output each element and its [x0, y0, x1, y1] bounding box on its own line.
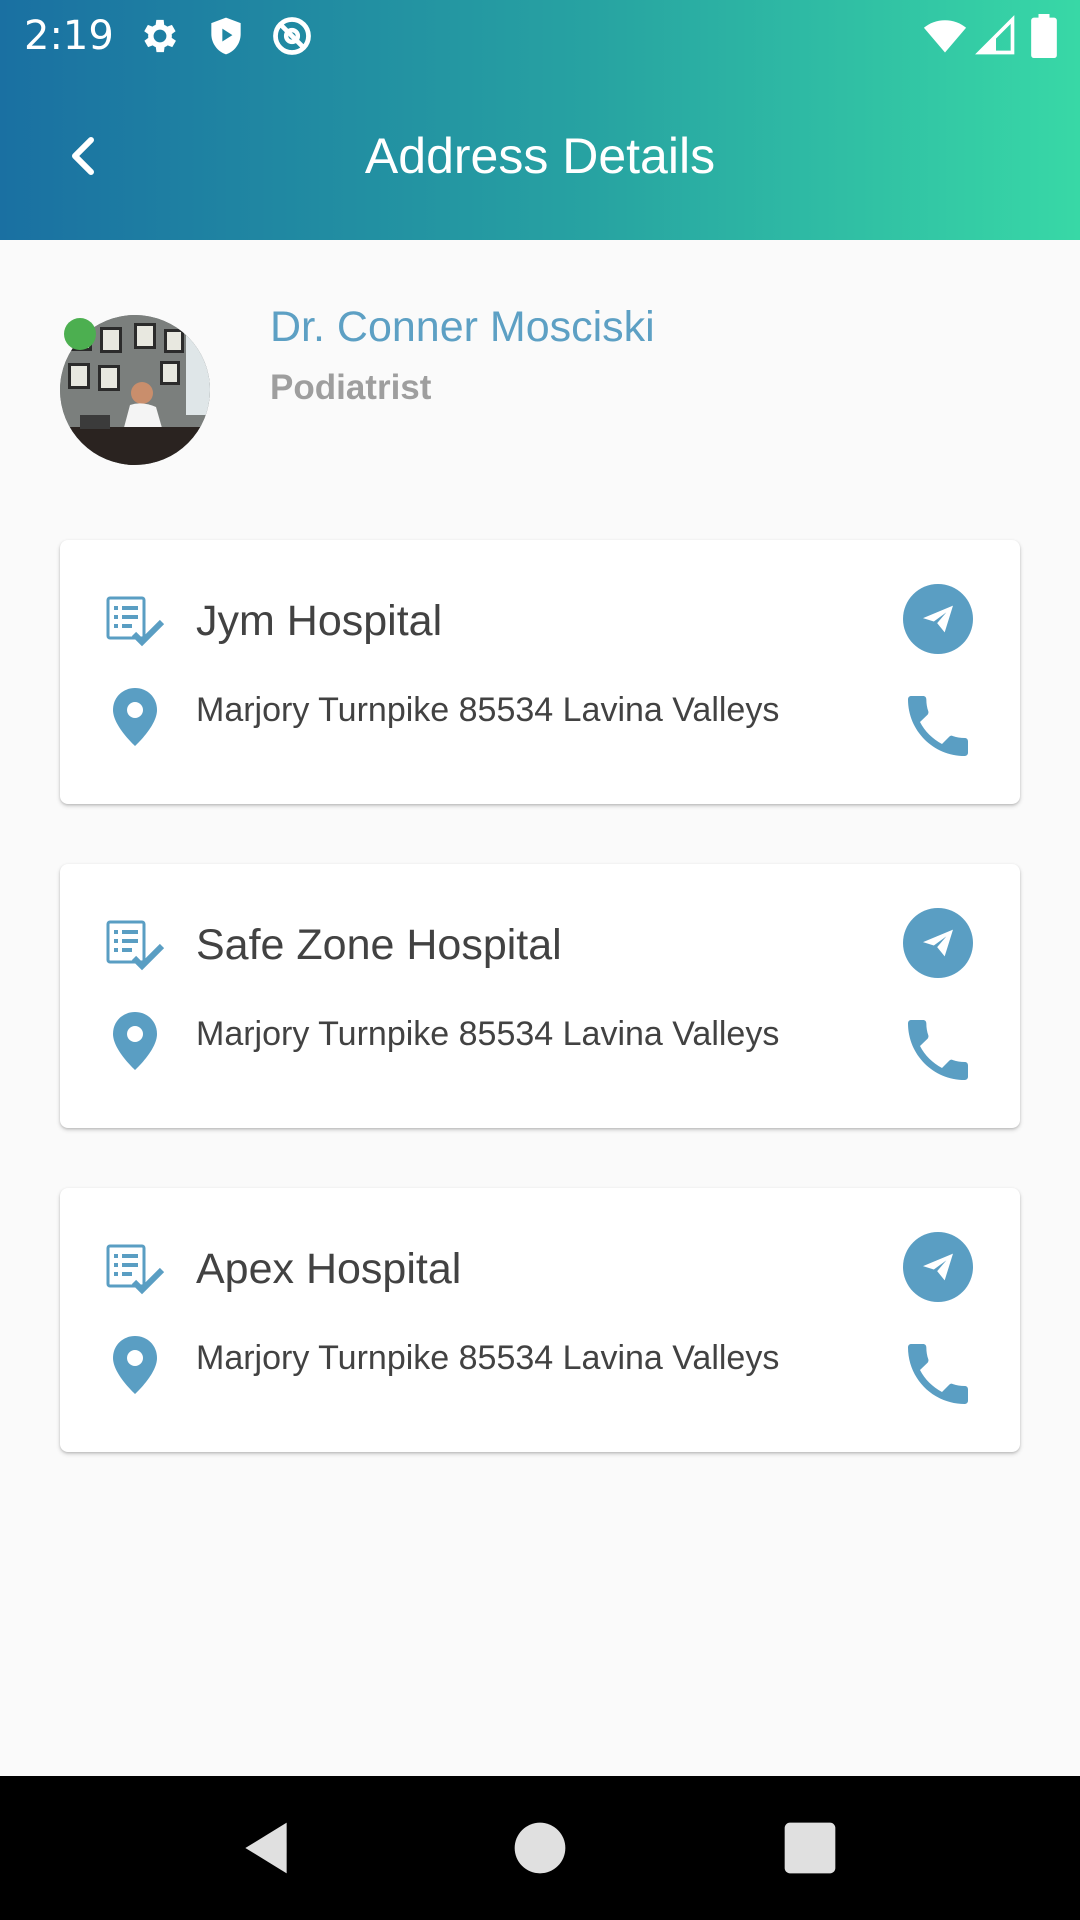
doctor-profile: Dr. Conner Mosciski Podiatrist: [0, 240, 1080, 520]
hospital-address: Marjory Turnpike 85534 Lavina Valleys: [196, 691, 780, 729]
send-button[interactable]: [903, 1232, 973, 1302]
hospital-address: Marjory Turnpike 85534 Lavina Valleys: [196, 1339, 780, 1377]
doctor-specialty: Podiatrist: [270, 368, 432, 407]
hospital-name: Safe Zone Hospital: [196, 921, 562, 969]
send-button[interactable]: [903, 908, 973, 978]
battery-icon: [1030, 14, 1058, 58]
hospital-name: Jym Hospital: [196, 597, 443, 645]
paper-plane-icon: [923, 929, 953, 957]
location-pin-icon: [113, 1336, 157, 1394]
call-button[interactable]: [898, 1010, 978, 1090]
hospital-card: Jym Hospital Marjory Turnpike 85534 Lavi…: [60, 540, 1020, 804]
status-time: 2:19: [24, 13, 114, 59]
wifi-icon: [920, 14, 970, 58]
page-title: Address Details: [364, 128, 716, 184]
checklist-icon: [106, 920, 164, 971]
call-button[interactable]: [898, 686, 978, 766]
checklist-icon: [106, 596, 164, 647]
shield-play-icon: [204, 14, 248, 58]
hospital-address: Marjory Turnpike 85534 Lavina Valleys: [196, 1015, 780, 1053]
signal-icon: [974, 14, 1018, 58]
nav-home-button[interactable]: [508, 1816, 572, 1880]
status-bar: 2:19: [0, 0, 1080, 72]
phone-icon: [908, 696, 968, 756]
location-pin-icon: [113, 688, 157, 746]
hospital-card: Safe Zone Hospital Marjory Turnpike 8553…: [60, 864, 1020, 1128]
doctor-name: Dr. Conner Mosciski: [270, 303, 655, 351]
nav-back-button[interactable]: [236, 1816, 300, 1880]
checklist-icon: [106, 1244, 164, 1295]
send-button[interactable]: [903, 584, 973, 654]
app-bar: 2:19 Address Details: [0, 0, 1080, 240]
paper-plane-icon: [923, 1253, 953, 1281]
at-sign-icon: [270, 14, 314, 58]
home-circle-icon: [514, 1822, 566, 1874]
online-status-indicator: [64, 318, 96, 350]
system-nav-bar: [0, 1776, 1080, 1920]
recents-square-icon: [784, 1822, 836, 1874]
phone-icon: [908, 1020, 968, 1080]
settings-icon: [138, 14, 182, 58]
hospital-card: Apex Hospital Marjory Turnpike 85534 Lav…: [60, 1188, 1020, 1452]
call-button[interactable]: [898, 1334, 978, 1414]
paper-plane-icon: [923, 605, 953, 633]
back-triangle-icon: [245, 1822, 287, 1874]
hospital-name: Apex Hospital: [196, 1245, 462, 1293]
location-pin-icon: [113, 1012, 157, 1070]
phone-icon: [908, 1344, 968, 1404]
nav-recents-button[interactable]: [778, 1816, 842, 1880]
